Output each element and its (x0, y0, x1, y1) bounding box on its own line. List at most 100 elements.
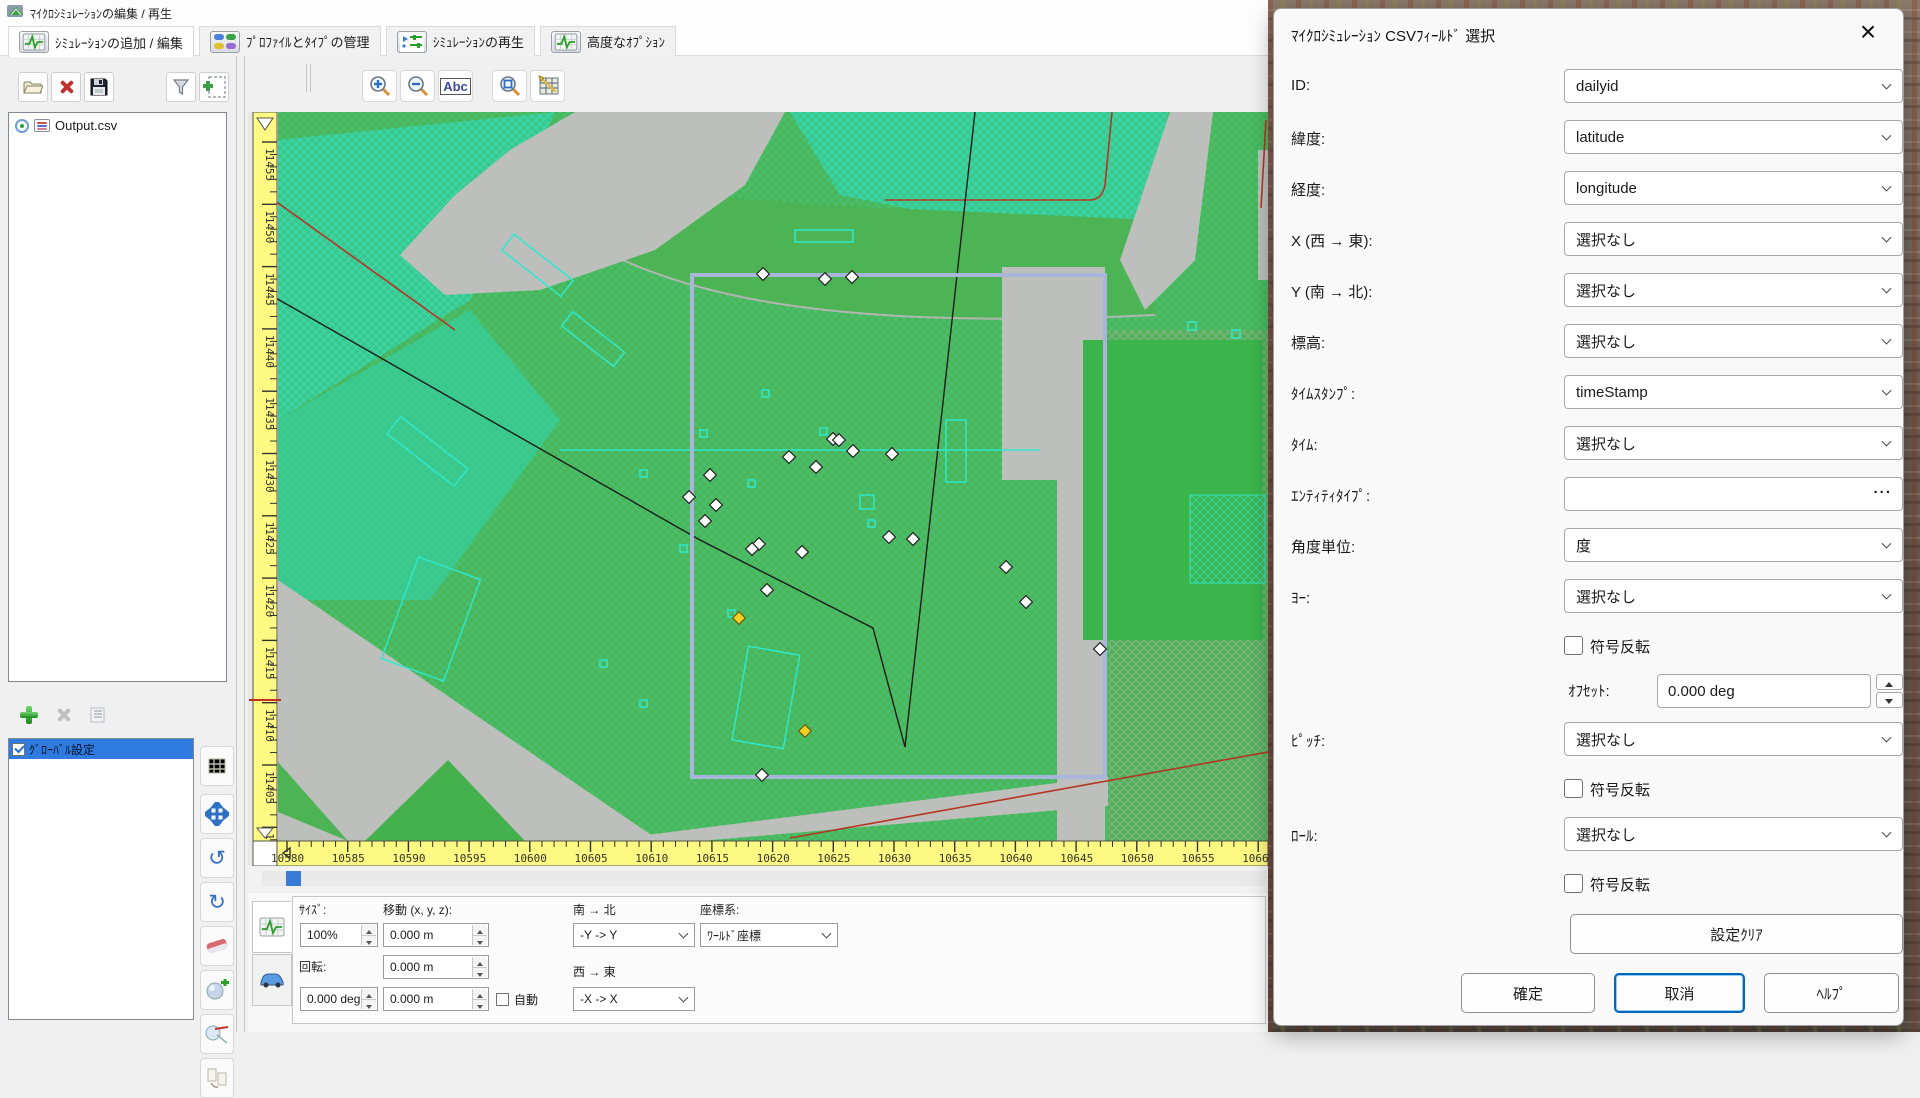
settings-list-item[interactable]: ｸﾞﾛｰﾊﾞﾙ設定 (9, 739, 193, 759)
field-label: 標高: (1291, 332, 1325, 353)
zoom-region-button[interactable] (492, 70, 527, 102)
svg-text:10655: 10655 (1182, 852, 1215, 865)
yaw-combobox[interactable]: 選択なし (1564, 579, 1903, 613)
y-south-north-combobox[interactable]: 選択なし (1564, 273, 1903, 307)
move-z-spinner[interactable]: 0.000 m (383, 987, 489, 1011)
field-label: ID: (1291, 77, 1310, 94)
tree-item[interactable]: Output.csv (9, 113, 226, 135)
field-row-yaw: ﾖｰ:選択なし (1274, 579, 1903, 630)
timestamp-combobox[interactable]: timeStamp (1564, 375, 1903, 409)
yaw-invert-checkbox[interactable] (1564, 636, 1583, 655)
settings-list[interactable]: ｸﾞﾛｰﾊﾞﾙ設定 (8, 738, 194, 1020)
angle-unit-combobox[interactable]: 度 (1564, 528, 1903, 562)
rotate-ccw-button[interactable]: ↺ (200, 838, 234, 878)
open-file-button[interactable] (18, 72, 48, 102)
rotate-cw-button[interactable]: ↻ (200, 882, 234, 922)
rotate-spinner[interactable]: 0.000 deg (300, 987, 378, 1011)
move-button[interactable] (200, 794, 234, 834)
id-combobox[interactable]: dailyid (1564, 69, 1903, 103)
cancel-button[interactable]: 取消 (1614, 973, 1745, 1013)
grid-edit-button[interactable] (530, 70, 565, 102)
svg-text:11405: 11405 (263, 771, 276, 804)
zoom-out-button[interactable] (400, 70, 435, 102)
copy-pages-icon (206, 1067, 228, 1089)
labels-button[interactable]: Abc (438, 70, 473, 102)
tab-2[interactable]: ﾌﾟﾛﾌｧｲﾙとﾀｲﾌﾟの管理 (199, 26, 381, 56)
tab-global-transform[interactable] (252, 901, 292, 953)
svg-text:10610: 10610 (635, 852, 668, 865)
clear-settings-button[interactable]: 設定ｸﾘｱ (1570, 914, 1903, 954)
x-west-east-combobox[interactable]: 選択なし (1564, 222, 1903, 256)
delete-file-button[interactable] (51, 72, 81, 102)
entity-type-field[interactable]: ... (1564, 477, 1903, 511)
tab-4[interactable]: 高度なｵﾌﾟｼｮﾝ (540, 26, 676, 56)
svg-text:10590: 10590 (392, 852, 425, 865)
eraser-button[interactable] (200, 926, 234, 966)
checkbox-label: 符号反転 (1590, 636, 1650, 657)
settings-item-label: ｸﾞﾛｰﾊﾞﾙ設定 (29, 741, 95, 758)
chevron-down-icon (1882, 335, 1892, 345)
coord-combobox[interactable]: ﾜｰﾙﾄﾞ座標 (700, 923, 838, 947)
field-row-pitch: ﾋﾟｯﾁ:選択なし (1274, 722, 1903, 773)
size-spinner[interactable]: 100% (300, 923, 378, 947)
elevation-combobox[interactable]: 選択なし (1564, 324, 1903, 358)
map-canvas[interactable]: 1145511450114451144011435114301142511420… (248, 112, 1268, 866)
auto-checkbox-row[interactable]: 自動 (496, 991, 538, 1008)
scrollbar-track[interactable] (262, 871, 1266, 886)
save-button[interactable] (84, 72, 114, 102)
transform-panel: ｻｲｽﾞ: 100% 移動 (x, y, z): 0.000 m 0.000 m… (248, 893, 1268, 1032)
remove-settings-button[interactable] (48, 700, 78, 730)
add-sphere-button[interactable] (200, 970, 234, 1010)
spin-up-icon[interactable] (1876, 674, 1903, 690)
scrollbar-handle[interactable] (286, 871, 301, 886)
vertical-ruler: 1145511450114451144011435114301142511420… (249, 112, 281, 866)
settings-item-checkbox[interactable] (12, 743, 25, 756)
toolbar-grip[interactable] (306, 64, 311, 92)
roll-invert-checkbox[interactable] (1564, 874, 1583, 893)
confirm-button[interactable]: 確定 (1461, 973, 1595, 1013)
settings-list-button[interactable] (82, 700, 112, 730)
tab-vehicle-transform[interactable] (252, 954, 292, 1006)
time-combobox[interactable]: 選択なし (1564, 426, 1903, 460)
roll-combobox[interactable]: 選択なし (1564, 817, 1903, 851)
title-bar: ﾏｲｸﾛｼﾐｭﾚｰｼｮﾝの編集 / 再生 (0, 0, 1273, 24)
map-horizontal-scrollbar[interactable] (248, 868, 1268, 890)
checkbox-row-yaw-invert: 符号反転 (1274, 630, 1903, 674)
close-icon[interactable]: × (1851, 15, 1885, 49)
panel-splitter[interactable] (236, 56, 245, 1032)
svg-text:11420: 11420 (263, 584, 276, 617)
add-region-icon (201, 75, 227, 99)
auto-checkbox[interactable] (496, 993, 509, 1006)
filter-button[interactable] (166, 72, 196, 102)
spin-down-icon[interactable] (1876, 692, 1903, 708)
grid-button[interactable] (200, 746, 234, 786)
offset-spinner[interactable]: 0.000 deg (1657, 674, 1871, 708)
window-title: ﾏｲｸﾛｼﾐｭﾚｰｼｮﾝの編集 / 再生 (30, 5, 172, 22)
add-region-button[interactable] (199, 72, 229, 102)
field-row-timestamp: ﾀｲﾑｽﾀﾝﾌﾟ:timeStamp (1274, 375, 1903, 426)
tab-3[interactable]: ｼﾐｭﾚｰｼｮﾝの再生 (386, 26, 535, 56)
copy-pages-button[interactable] (200, 1058, 234, 1098)
zoom-out-icon (407, 75, 429, 97)
svg-text:10605: 10605 (575, 852, 608, 865)
rotate-label: 回転: (299, 958, 326, 975)
move-y-spinner[interactable]: 0.000 m (383, 955, 489, 979)
longitude-combobox[interactable]: longitude (1564, 171, 1903, 205)
svg-text:11430: 11430 (263, 460, 276, 493)
pitch-invert-checkbox[interactable] (1564, 779, 1583, 798)
west-east-combobox[interactable]: -X -> X (573, 987, 695, 1011)
move-x-spinner[interactable]: 0.000 m (383, 923, 489, 947)
add-settings-button[interactable] (14, 700, 44, 730)
tab-1[interactable]: ｼﾐｭﾚｰｼｮﾝの追加 / 編集 (8, 26, 194, 57)
browse-ellipsis-button[interactable]: ... (1873, 480, 1892, 497)
spinner-buttons[interactable] (1876, 674, 1903, 708)
pitch-combobox[interactable]: 選択なし (1564, 722, 1903, 756)
latitude-combobox[interactable]: latitude (1564, 120, 1903, 154)
help-button[interactable]: ﾍﾙﾌﾟ (1764, 973, 1899, 1013)
radio-selected-icon[interactable] (15, 119, 29, 133)
simulation-grid-icon (551, 31, 581, 53)
south-north-combobox[interactable]: -Y -> Y (573, 923, 695, 947)
zoom-in-button[interactable] (362, 70, 397, 102)
file-tree[interactable]: Output.csv (8, 112, 227, 682)
measure-button[interactable] (200, 1014, 234, 1054)
